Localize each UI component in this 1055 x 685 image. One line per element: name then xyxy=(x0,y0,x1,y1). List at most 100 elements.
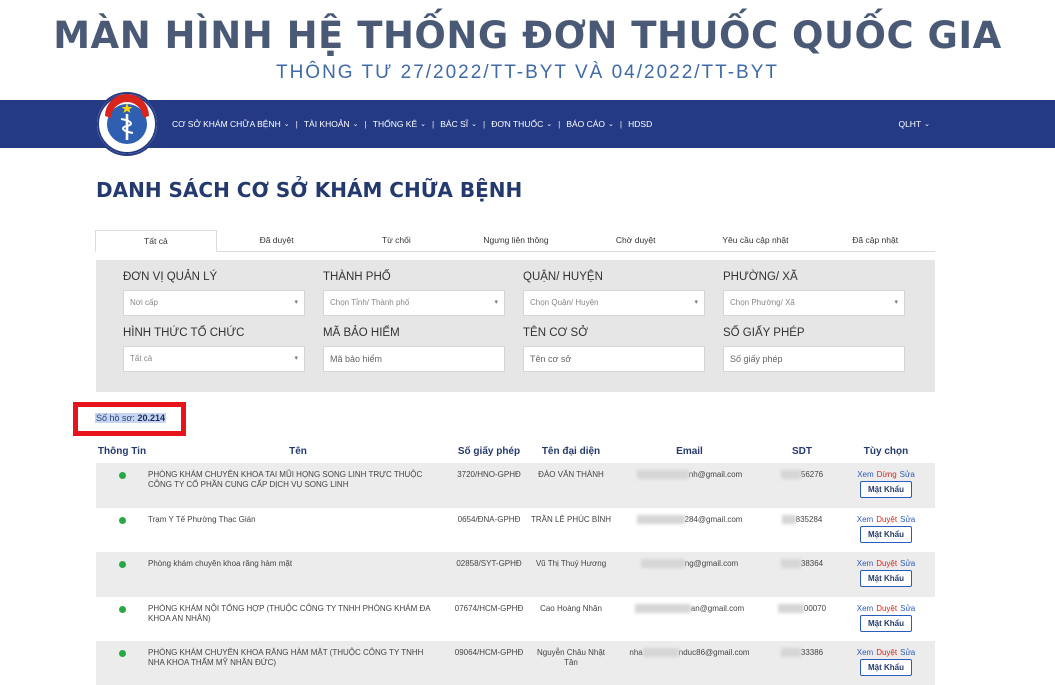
nav-don-thuoc[interactable]: ĐƠN THUỐC ⌄ xyxy=(491,119,552,129)
col-license: Số giấy phép xyxy=(457,446,521,457)
approve-link[interactable]: Duyệt xyxy=(876,559,897,568)
view-link[interactable]: Xem xyxy=(857,559,873,568)
representative: TRẦN LÊ PHÚC BÌNH xyxy=(530,507,612,552)
edit-link[interactable]: Sửa xyxy=(900,470,915,479)
thanh-pho-select[interactable]: Chọn Tỉnh/ Thành phố ▾ xyxy=(323,290,505,316)
nav-bac-si[interactable]: BÁC SĨ ⌄ xyxy=(440,119,477,129)
password-button[interactable]: Mật Khẩu xyxy=(860,525,912,543)
nav-divider: | xyxy=(432,119,435,129)
tab-updated[interactable]: Đã cập nhật xyxy=(815,230,935,251)
license-number: 02858/SYT-GPHĐ xyxy=(448,552,530,597)
edit-link[interactable]: Sửa xyxy=(900,648,915,657)
filter-label-hinh-thuc: HÌNH THỨC TỔ CHỨC xyxy=(123,327,245,339)
email-text: ng@gmail.com xyxy=(684,559,739,568)
password-button[interactable]: Mật Khẩu xyxy=(860,659,912,676)
table-row: Trạm Y Tế Phường Thạc Gián 0654/ĐNA-GPHĐ… xyxy=(96,507,935,552)
table-row: PHÒNG KHÁM NỘI TỔNG HỢP (THUỘC CÔNG TY T… xyxy=(96,596,935,641)
nav-co-so[interactable]: CƠ SỞ KHÁM CHỮA BỆNH ⌄ xyxy=(172,119,290,129)
tab-rejected[interactable]: Từ chối xyxy=(336,230,456,251)
nav-divider: | xyxy=(619,119,623,129)
phone-text: 38364 xyxy=(800,559,824,568)
edit-link[interactable]: Sửa xyxy=(900,604,915,613)
redacted-mask xyxy=(780,648,801,658)
phone-cell: 56276 xyxy=(767,463,837,508)
nav-divider: | xyxy=(558,119,561,129)
tab-update-requested[interactable]: Yêu cầu cập nhật xyxy=(696,230,816,251)
email-cell: nh@gmail.com xyxy=(612,463,767,508)
representative: Cao Hoàng Nhân xyxy=(530,596,612,641)
filter-label-thanh-pho: THÀNH PHỐ xyxy=(323,271,391,283)
edit-link[interactable]: Sửa xyxy=(900,559,915,568)
col-phone: SDT xyxy=(792,446,812,457)
chevron-down-icon: ⌄ xyxy=(546,121,553,128)
chevron-down-icon: ▾ xyxy=(294,355,298,362)
status-dot-icon xyxy=(118,650,126,657)
edit-link[interactable]: Sửa xyxy=(900,515,915,524)
ma-bao-hiem-input[interactable]: Mã bảo hiểm xyxy=(323,346,505,372)
filter-label-don-vi: ĐƠN VỊ QUẢN LÝ xyxy=(123,271,218,283)
status-tabs: Tất cả Đã duyệt Từ chối Ngưng liên thông… xyxy=(95,230,935,252)
email-text: nh@gmail.com xyxy=(688,470,743,479)
table-row: PHÒNG KHÁM CHUYÊN KHOA RĂNG HÀM MẶT (THU… xyxy=(96,641,935,685)
redacted-mask xyxy=(640,559,685,569)
col-name: Tên xyxy=(289,446,307,457)
view-link[interactable]: Xem xyxy=(857,604,873,613)
nav-label: BÁO CÁO xyxy=(566,119,606,129)
so-giay-phep-input[interactable]: Số giấy phép xyxy=(723,346,905,372)
ten-co-so-input[interactable]: Tên cơ sở xyxy=(523,346,705,372)
password-button[interactable]: Mật Khẩu xyxy=(860,614,912,632)
page-title: DANH SÁCH CƠ SỞ KHÁM CHỮA BỆNH xyxy=(96,178,523,202)
tab-suspended[interactable]: Ngưng liên thông xyxy=(456,230,576,251)
nav-tai-khoan[interactable]: TÀI KHOẢN ⌄ xyxy=(304,119,359,129)
main-nav: CƠ SỞ KHÁM CHỮA BỆNH ⌄ | TÀI KHOẢN ⌄ | THỐ… xyxy=(172,100,652,148)
don-vi-select[interactable]: Nơi cấp ▾ xyxy=(123,290,305,316)
license-number: 09064/HCM-GPHĐ xyxy=(448,641,530,685)
chevron-down-icon: ▾ xyxy=(894,299,898,306)
nav-hdsd[interactable]: HDSD xyxy=(628,119,652,129)
tab-all[interactable]: Tất cả xyxy=(95,230,217,252)
select-value: Tất cả xyxy=(130,354,153,363)
user-menu[interactable]: QLHT ⌄ xyxy=(898,100,930,148)
tab-approved[interactable]: Đã duyệt xyxy=(217,230,337,251)
approve-link[interactable]: Duyệt xyxy=(876,648,897,657)
redacted-mask xyxy=(780,559,801,569)
password-button[interactable]: Mật Khẩu xyxy=(860,481,912,498)
col-actions: Tùy chọn xyxy=(863,446,909,457)
quan-select[interactable]: Chọn Quận/ Huyện ▾ xyxy=(523,290,705,316)
chevron-down-icon: ▾ xyxy=(494,299,498,306)
highlight-annotation-box xyxy=(73,402,186,436)
col-representative: Tên đại diện xyxy=(541,446,601,457)
phone-text: 33386 xyxy=(800,648,824,657)
redacted-mask xyxy=(777,603,804,613)
view-link[interactable]: Xem xyxy=(857,648,873,657)
nav-divider: | xyxy=(483,119,486,129)
filter-label-quan: QUẬN/ HUYỆN xyxy=(523,271,603,283)
chevron-down-icon: ⌄ xyxy=(283,121,290,128)
facility-name: PHÒNG KHÁM NỘI TỔNG HỢP (THUỘC CÔNG TY T… xyxy=(148,596,448,641)
select-value: Chọn Quận/ Huyện xyxy=(530,298,599,307)
filter-panel: ĐƠN VỊ QUẢN LÝ Nơi cấp ▾ THÀNH PHỐ Chọn T… xyxy=(96,260,935,392)
approve-link[interactable]: Duyệt xyxy=(876,515,897,524)
view-link[interactable]: Xem xyxy=(857,515,873,524)
phone-text: 56276 xyxy=(800,470,824,479)
chevron-down-icon: ▾ xyxy=(294,299,298,306)
email-cell: ng@gmail.com xyxy=(612,552,767,597)
stop-link[interactable]: Dừng xyxy=(877,470,897,479)
phone-text: 00070 xyxy=(803,603,827,613)
email-text: nduc86@gmail.com xyxy=(678,648,750,657)
view-link[interactable]: Xem xyxy=(857,470,873,479)
phuong-select[interactable]: Chọn Phường/ Xã ▾ xyxy=(723,290,905,316)
redacted-mask xyxy=(636,514,685,524)
filter-label-phuong: PHƯỜNG/ XÃ xyxy=(723,271,798,283)
banner-subtitle: THÔNG TƯ 27/2022/TT-BYT VÀ 04/2022/TT-BY… xyxy=(275,62,779,83)
actions-cell: Xem Duyệt Sửa Mật Khẩu xyxy=(837,552,935,597)
approve-link[interactable]: Duyệt xyxy=(876,604,897,613)
nav-bao-cao[interactable]: BÁO CÁO ⌄ xyxy=(566,119,614,129)
hinh-thuc-select[interactable]: Tất cả ▾ xyxy=(123,346,305,372)
redacted-mask xyxy=(636,470,689,480)
ministry-logo[interactable] xyxy=(95,92,159,156)
email-prefix: nha xyxy=(629,648,643,657)
tab-pending[interactable]: Chờ duyệt xyxy=(576,230,696,251)
nav-thong-ke[interactable]: THỐNG KÊ ⌄ xyxy=(373,119,426,129)
password-button[interactable]: Mật Khẩu xyxy=(860,570,912,587)
